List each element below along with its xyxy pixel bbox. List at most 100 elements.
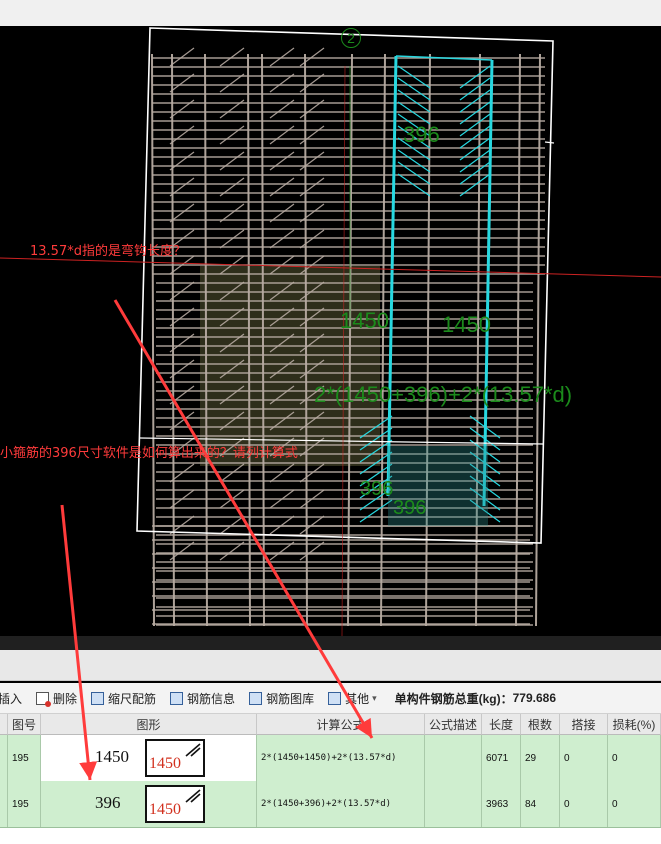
hook-mark	[219, 125, 245, 145]
dim-formula: 2*(1450+396)+2*(13.57*d)	[314, 382, 573, 407]
header-formula-desc[interactable]: 公式描述	[425, 714, 482, 735]
header-count[interactable]: 根数	[521, 714, 560, 735]
3d-rebar-viewport[interactable]: 2 396 1450 1450 2*(1450+396)+2*(13.57*d)…	[0, 26, 661, 636]
shape-number: 1450	[149, 755, 181, 772]
cell-lap[interactable]: 0	[560, 781, 608, 827]
cell-fig-no[interactable]: 195	[8, 735, 41, 781]
row-indicator[interactable]	[0, 735, 8, 781]
hook-mark	[169, 151, 195, 171]
table-row[interactable]: 195 1450 1450 2*(1450+1450)+2*(13.57*d) …	[0, 735, 661, 782]
insert-button[interactable]: 插入	[0, 690, 22, 707]
highlight-hook	[397, 149, 431, 173]
rebar-library-label: 钢筋图库	[266, 691, 315, 706]
hook-mark	[169, 47, 195, 67]
cell-count[interactable]: 29	[521, 735, 560, 781]
total-weight: 单构件钢筋总重(kg)： 779.686	[395, 690, 556, 707]
hook-mark	[299, 151, 325, 171]
hook-icon	[185, 789, 201, 803]
hook-mark	[269, 229, 295, 249]
delete-label: 删除	[53, 691, 78, 706]
cell-loss[interactable]: 0	[608, 735, 661, 781]
tab-strip	[0, 650, 661, 681]
dim-bottom-396-b: 396	[393, 497, 427, 519]
insert-label: 插入	[0, 691, 23, 706]
ruler-icon	[91, 691, 105, 705]
cell-length[interactable]: 3963	[482, 781, 521, 827]
header-loss[interactable]: 损耗(%)	[608, 714, 661, 735]
cell-shape[interactable]: 1450 1450	[41, 735, 257, 781]
header-formula[interactable]: 计算公式	[257, 714, 425, 735]
hook-mark	[269, 151, 295, 171]
cell-formula-desc[interactable]	[425, 781, 482, 827]
hook-mark	[269, 47, 295, 67]
annotation-stirrup-question: 小箍筋的396尺寸软件是如何算出来的？请列计算式	[0, 446, 298, 461]
rebar-info-button[interactable]: 钢筋信息	[170, 690, 235, 707]
hook-mark	[219, 151, 245, 171]
delete-icon	[36, 691, 52, 707]
axis-marker: 2	[341, 28, 361, 48]
total-weight-label: 单构件钢筋总重(kg)：	[394, 691, 513, 706]
hook-icon	[185, 743, 201, 757]
hook-mark	[269, 515, 295, 535]
delete-button[interactable]: 删除	[36, 690, 77, 707]
annotation-hook-question: 13.57*d指的是弯钩长度？	[30, 244, 186, 259]
splitter[interactable]	[0, 636, 661, 650]
chevron-down-icon: ▾	[372, 692, 377, 703]
shape-number: 1450	[149, 801, 181, 818]
top-bar	[0, 0, 661, 26]
rebar-toolbar: 插入 删除 缩尺配筋 钢筋信息 钢筋图库 其他 ▾ 单构件钢筋总重(kg)： 7…	[0, 683, 661, 714]
hook-mark	[299, 125, 325, 145]
cell-formula[interactable]: 2*(1450+1450)+2*(13.57*d)	[257, 735, 425, 781]
rebar-table: 图号 图形 计算公式 公式描述 长度 根数 搭接 损耗(%) 195 1450 …	[0, 714, 661, 844]
hook-mark	[299, 47, 325, 67]
document-icon	[170, 691, 184, 705]
scale-rebar-button[interactable]: 缩尺配筋	[91, 690, 156, 707]
scale-rebar-label: 缩尺配筋	[108, 691, 157, 706]
rebar-info-label: 钢筋信息	[187, 691, 236, 706]
hook-mark	[269, 463, 295, 483]
hook-mark	[219, 47, 245, 67]
other-label: 其他	[345, 691, 370, 706]
header-lap[interactable]: 搭接	[560, 714, 608, 735]
total-weight-value: 779.686	[512, 691, 557, 705]
dim-right-1450: 1450	[442, 312, 491, 337]
highlight-hook	[459, 113, 491, 137]
section-tick	[544, 141, 555, 144]
cell-shape[interactable]: 396 1450	[41, 781, 257, 827]
cell-count[interactable]: 84	[521, 781, 560, 827]
hook-mark	[169, 125, 195, 145]
rebar-library-button[interactable]: 钢筋图库	[249, 690, 314, 707]
cell-lap[interactable]: 0	[560, 735, 608, 781]
header-row-indicator	[0, 714, 8, 735]
dim-top-396: 396	[403, 122, 440, 147]
header-fig-no[interactable]: 图号	[8, 714, 41, 735]
highlight-hook	[397, 77, 431, 101]
cell-formula[interactable]: 2*(1450+396)+2*(13.57*d)	[257, 781, 425, 827]
cell-length[interactable]: 6071	[482, 735, 521, 781]
stirrup-shape: 1450	[145, 739, 205, 777]
longitudinal-bar	[535, 53, 541, 627]
cell-formula-desc[interactable]	[425, 735, 482, 781]
cell-fig-no[interactable]: 195	[8, 781, 41, 827]
dim-bottom-396-a: 396	[360, 478, 394, 500]
table-row[interactable]: 195 396 1450 2*(1450+396)+2*(13.57*d) 39…	[0, 781, 661, 828]
hook-mark	[219, 515, 245, 535]
shape-dim-text: 396	[95, 793, 121, 812]
other-icon	[328, 691, 342, 705]
shape-dim-text: 1450	[95, 747, 129, 766]
header-shape[interactable]: 图形	[41, 714, 257, 735]
hook-mark	[299, 229, 325, 249]
hook-mark	[299, 463, 325, 483]
header-length[interactable]: 长度	[482, 714, 521, 735]
row-indicator[interactable]	[0, 781, 8, 827]
cell-loss[interactable]: 0	[608, 781, 661, 827]
library-icon	[249, 691, 263, 705]
hook-mark	[219, 463, 245, 483]
stirrup-shape: 1450	[145, 785, 205, 823]
other-menu-button[interactable]: 其他 ▾	[328, 690, 377, 707]
highlight-hook	[359, 499, 393, 523]
dim-left-1450: 1450	[340, 308, 389, 333]
rebar-cage-drawing	[0, 27, 661, 636]
highlight-hook	[459, 149, 491, 173]
highlight-hook	[459, 77, 491, 101]
